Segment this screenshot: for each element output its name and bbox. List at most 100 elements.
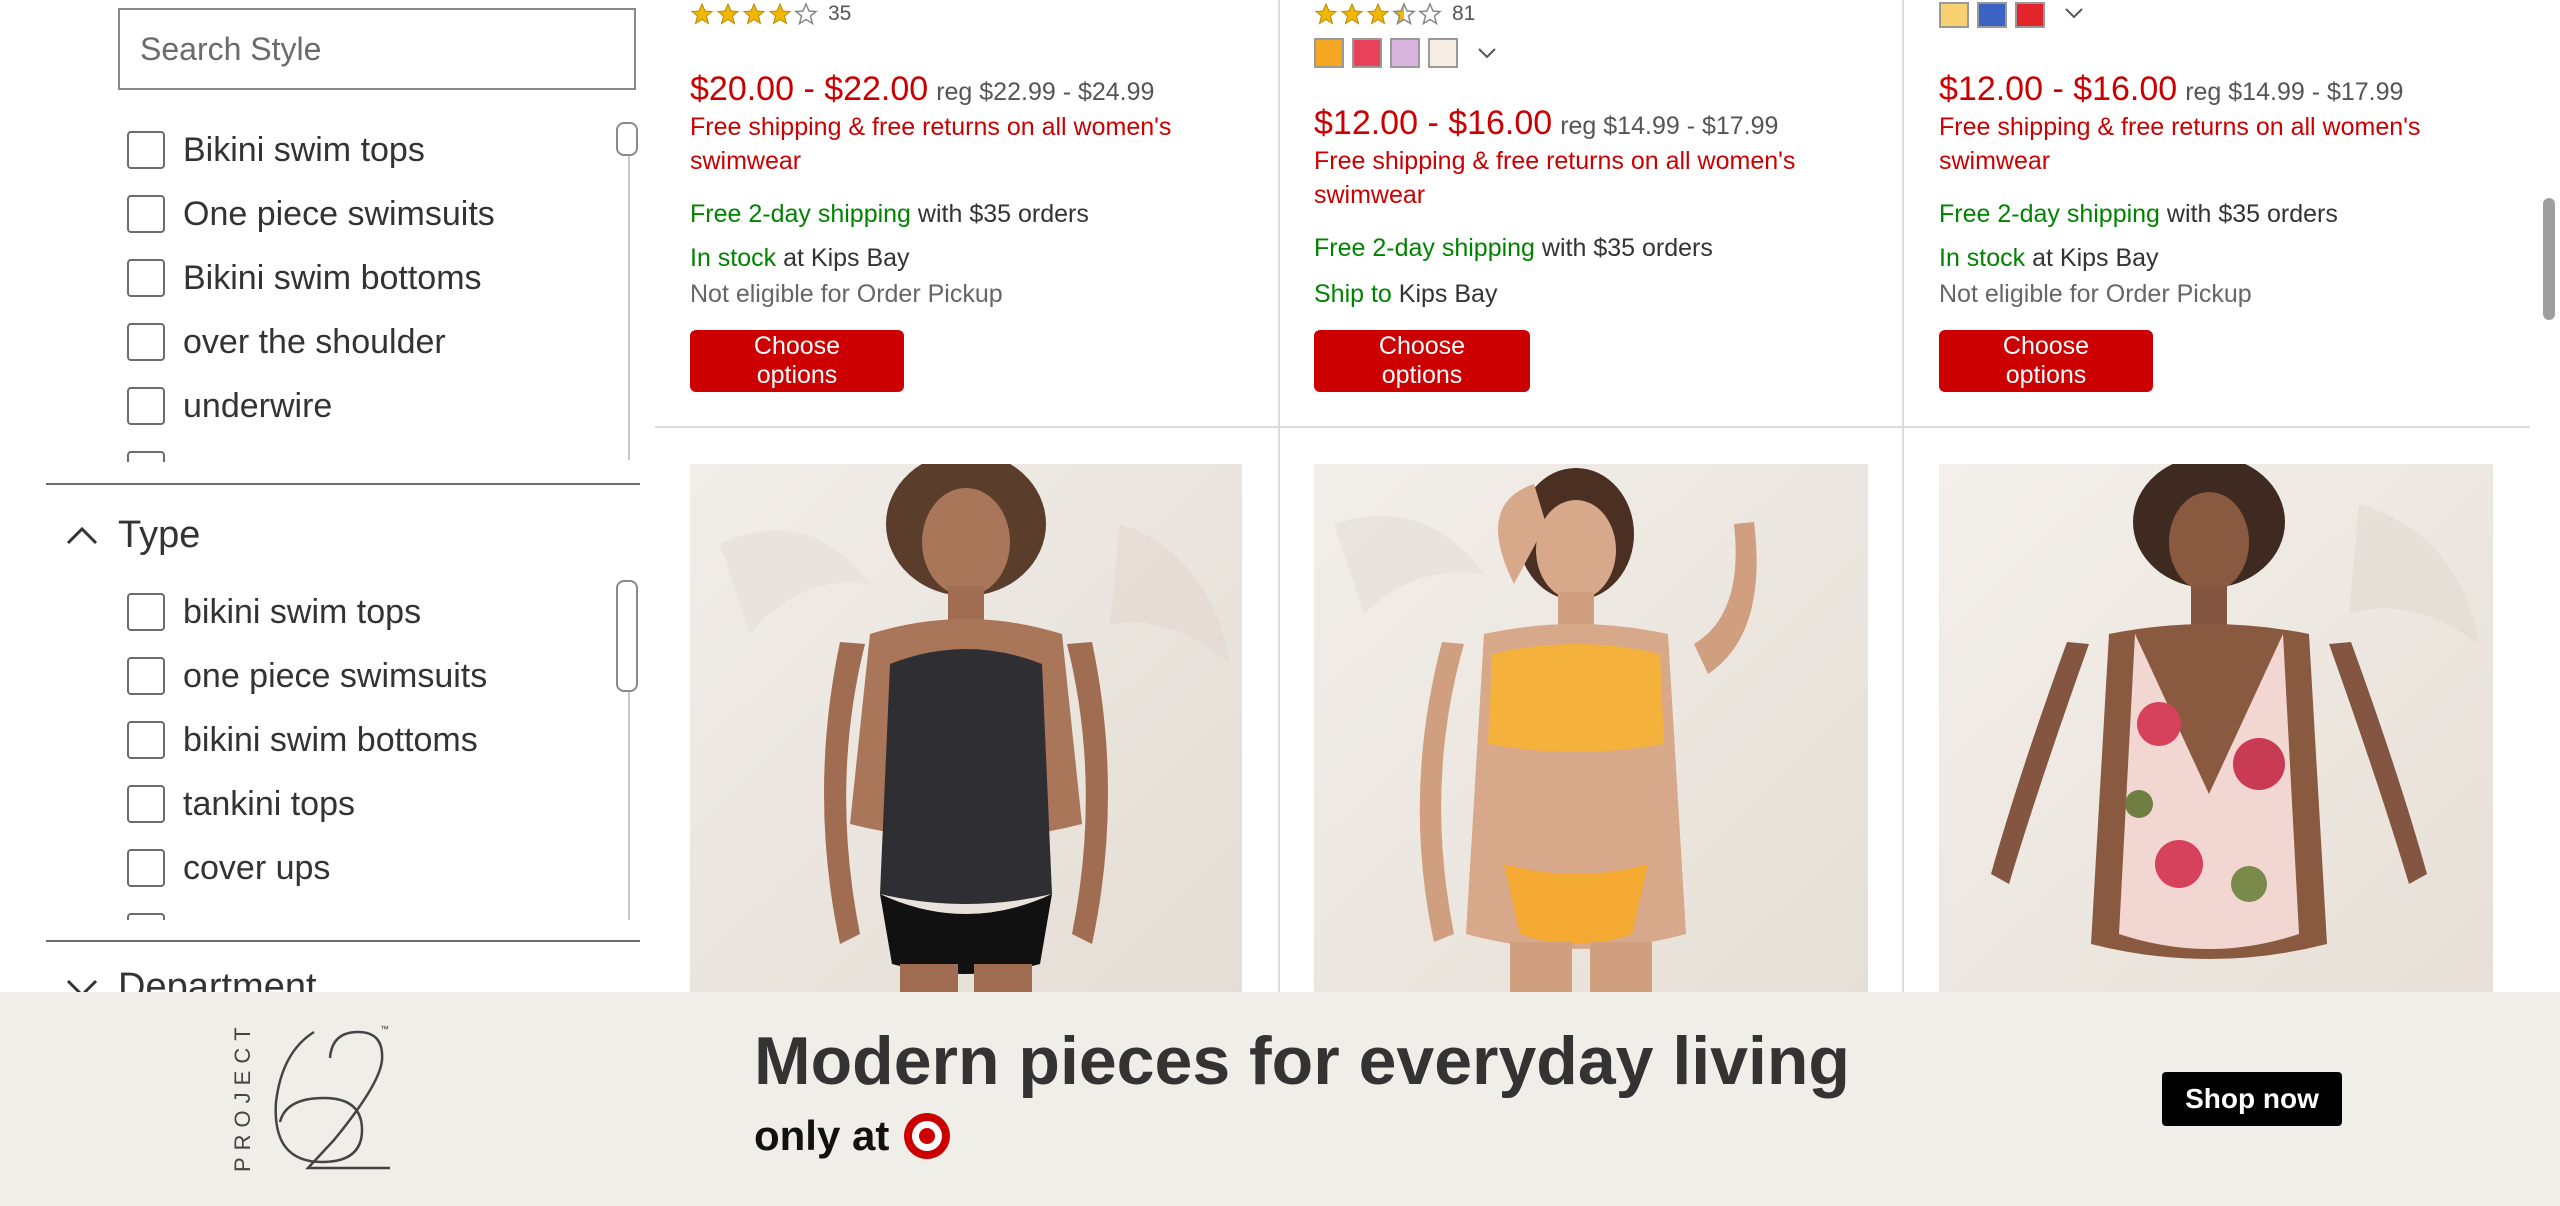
color-swatch[interactable] bbox=[2015, 2, 2045, 28]
product-2-rating[interactable]: 81 bbox=[1314, 2, 1475, 26]
style-option-bikini-swim-tops[interactable]: Bikini swim tops bbox=[127, 128, 425, 172]
checkbox[interactable] bbox=[127, 721, 165, 759]
style-option-label: Bikini swim tops bbox=[183, 130, 425, 169]
stock-location: at Kips Bay bbox=[2025, 244, 2159, 272]
search-style-field[interactable] bbox=[118, 8, 636, 90]
section-divider bbox=[46, 940, 640, 942]
product-1-review-count: 35 bbox=[828, 2, 852, 25]
type-section-title: Type bbox=[118, 514, 201, 556]
style-list-scrollbar-thumb[interactable] bbox=[616, 122, 638, 156]
shipping-detail: with $35 orders bbox=[2159, 200, 2338, 228]
product-1-choose-options-button[interactable]: Choose options bbox=[690, 330, 904, 392]
checkbox[interactable] bbox=[127, 323, 165, 361]
product-2-color-swatches bbox=[1314, 38, 1502, 68]
checkbox[interactable] bbox=[127, 593, 165, 631]
product-6-image[interactable] bbox=[1939, 464, 2493, 992]
product-4-image[interactable] bbox=[690, 464, 1242, 992]
product-2-reg-price: reg $14.99 - $17.99 bbox=[1560, 112, 1779, 140]
checkbox[interactable] bbox=[127, 195, 165, 233]
stock-location: at Kips Bay bbox=[776, 244, 910, 272]
product-1-rating[interactable]: 35 bbox=[690, 2, 851, 26]
shipping-detail: with $35 orders bbox=[910, 200, 1089, 228]
shipping-detail: with $35 orders bbox=[1534, 234, 1713, 262]
checkbox[interactable] bbox=[127, 785, 165, 823]
product-3-color-swatches bbox=[1939, 0, 2089, 30]
style-checkbox-list: Bikini swim tops One piece swimsuits Bik… bbox=[127, 128, 607, 462]
type-section-toggle[interactable]: Type bbox=[62, 514, 200, 557]
checkbox[interactable] bbox=[127, 849, 165, 887]
product-3-price: $12.00 - $16.00 bbox=[1939, 70, 2178, 108]
checkbox[interactable] bbox=[127, 913, 165, 920]
style-option-bikini-swim-bottoms[interactable]: Bikini swim bottoms bbox=[127, 256, 482, 300]
star-full-icon bbox=[716, 2, 740, 25]
type-list-scrollbar-thumb[interactable] bbox=[616, 580, 638, 692]
product-2-choose-options-button[interactable]: Choose options bbox=[1314, 330, 1530, 392]
checkbox[interactable] bbox=[127, 259, 165, 297]
checkbox[interactable] bbox=[127, 657, 165, 695]
product-3-shipping: Free 2-day shipping with $35 orders bbox=[1939, 200, 2338, 229]
star-full-icon bbox=[690, 2, 714, 25]
product-2-shipping: Free 2-day shipping with $35 orders bbox=[1314, 234, 1713, 263]
target-bullseye-icon bbox=[904, 1113, 951, 1159]
type-option-tankini-tops[interactable]: tankini tops bbox=[127, 782, 355, 826]
type-option-label: one piece swimsuits bbox=[183, 656, 488, 695]
color-swatch[interactable] bbox=[1314, 38, 1344, 68]
checkbox[interactable] bbox=[127, 387, 165, 425]
style-option-label: One piece swimsuits bbox=[183, 194, 495, 233]
stock-status: In stock bbox=[1939, 244, 2026, 272]
product-3-price-line: $12.00 - $16.00 reg $14.99 - $17.99 bbox=[1939, 70, 2403, 109]
shop-now-button[interactable]: Shop now bbox=[2162, 1072, 2342, 1126]
type-option-bikini-swim-bottoms[interactable]: bikini swim bottoms bbox=[127, 718, 478, 762]
style-option-one-piece-swimsuits[interactable]: One piece swimsuits bbox=[127, 192, 495, 236]
type-option-cover-ups[interactable]: cover ups bbox=[127, 846, 330, 890]
product-2-promo: Free shipping & free returns on all wome… bbox=[1314, 147, 1796, 209]
type-option-bikini-swim-tops[interactable]: bikini swim tops bbox=[127, 590, 421, 634]
color-swatch[interactable] bbox=[1428, 38, 1458, 68]
style-option-partial[interactable] bbox=[127, 448, 183, 462]
section-divider bbox=[46, 483, 640, 485]
star-full-icon bbox=[1340, 2, 1364, 25]
product-3-choose-options-button[interactable]: Choose options bbox=[1939, 330, 2153, 392]
product-2-price: $12.00 - $16.00 bbox=[1314, 104, 1553, 142]
color-swatch[interactable] bbox=[1977, 2, 2007, 28]
style-option-label: over the shoulder bbox=[183, 322, 446, 361]
product-2-price-line: $12.00 - $16.00 reg $14.99 - $17.99 bbox=[1314, 104, 1778, 143]
product-1-reg-price: reg $22.99 - $24.99 bbox=[936, 78, 1155, 106]
brand-wordmark: PROJECT bbox=[230, 1020, 255, 1172]
product-1-shipping: Free 2-day shipping with $35 orders bbox=[690, 200, 1089, 229]
style-option-underwire[interactable]: underwire bbox=[127, 384, 332, 428]
grid-column-divider bbox=[1902, 0, 1904, 992]
free-shipping-label: Free 2-day shipping bbox=[1939, 200, 2160, 228]
star-full-icon bbox=[742, 2, 766, 25]
star-full-icon bbox=[768, 2, 792, 25]
grid-row-divider bbox=[655, 426, 2530, 428]
product-1-pickup-note: Not eligible for Order Pickup bbox=[690, 280, 1003, 308]
search-style-input[interactable] bbox=[138, 29, 634, 69]
type-option-partial[interactable] bbox=[127, 910, 183, 920]
style-list-scrollbar-track[interactable] bbox=[628, 122, 630, 460]
product-1-promo: Free shipping & free returns on all wome… bbox=[690, 113, 1172, 175]
checkbox[interactable] bbox=[127, 451, 165, 462]
type-option-one-piece-swimsuits[interactable]: one piece swimsuits bbox=[127, 654, 487, 698]
style-option-over-the-shoulder[interactable]: over the shoulder bbox=[127, 320, 446, 364]
checkbox[interactable] bbox=[127, 131, 165, 169]
type-option-label: cover ups bbox=[183, 848, 331, 887]
product-5-image[interactable] bbox=[1314, 464, 1868, 992]
star-empty-icon bbox=[794, 2, 818, 26]
chevron-up-icon bbox=[66, 526, 98, 544]
style-option-label: Bikini swim bottoms bbox=[183, 258, 482, 297]
color-swatch[interactable] bbox=[1352, 38, 1382, 68]
page-scrollbar-thumb[interactable] bbox=[2543, 198, 2555, 320]
floral-one-piece-model-photo bbox=[1939, 464, 2493, 992]
product-2-stock: Ship to Kips Bay bbox=[1314, 280, 1497, 309]
product-3-stock: In stock at Kips Bay bbox=[1939, 244, 2159, 273]
chevron-down-icon[interactable] bbox=[1472, 38, 1502, 68]
yellow-bandeau-bikini-model-photo bbox=[1314, 464, 1868, 992]
black-tankini-model-photo bbox=[690, 464, 1242, 992]
chevron-down-icon[interactable] bbox=[2059, 0, 2089, 30]
grid-column-divider bbox=[1278, 0, 1280, 992]
color-swatch[interactable] bbox=[1939, 2, 1969, 28]
color-swatch[interactable] bbox=[1390, 38, 1420, 68]
banner-subline: only at bbox=[754, 1110, 953, 1162]
type-checkbox-list: bikini swim tops one piece swimsuits bik… bbox=[127, 590, 607, 920]
